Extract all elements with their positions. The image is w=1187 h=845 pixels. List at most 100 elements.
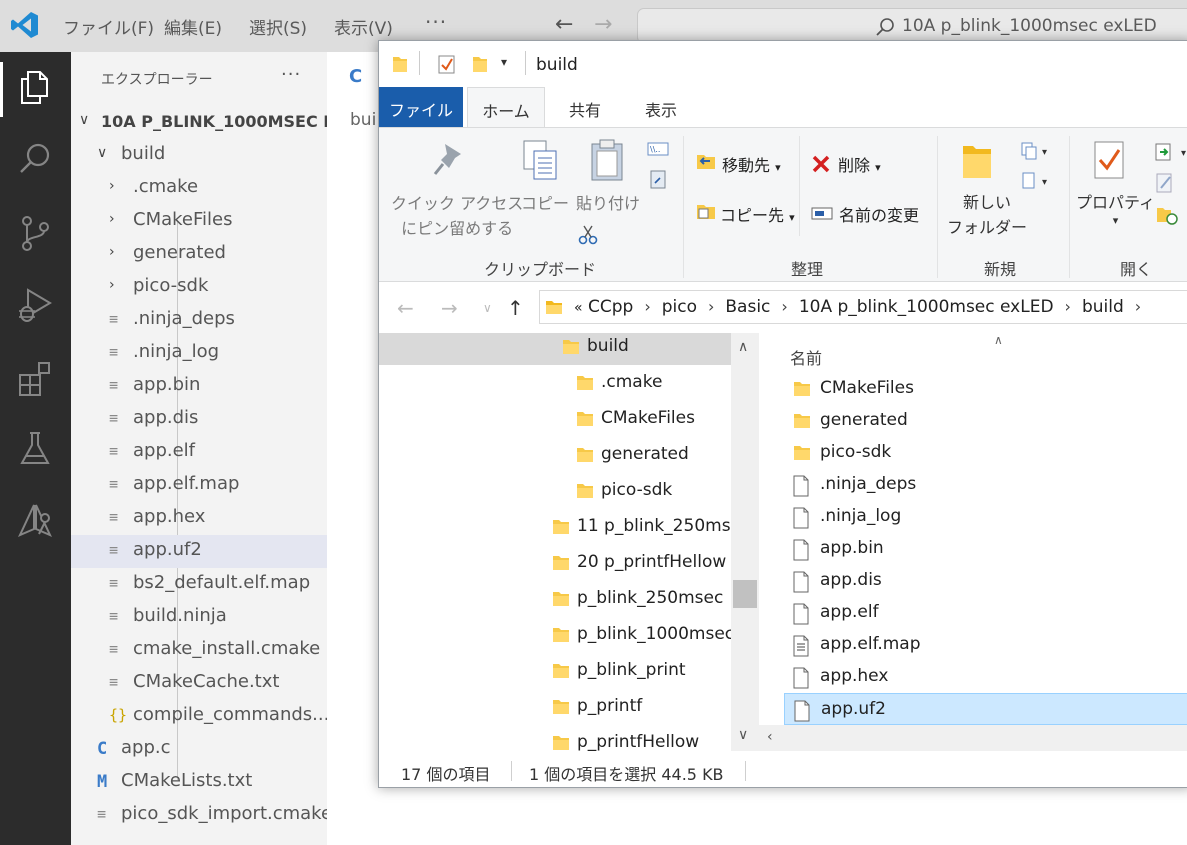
file-row[interactable]: app.bin	[784, 533, 1187, 565]
chevron-right-icon[interactable]: ›	[1135, 297, 1141, 316]
tree-item[interactable]: ≡ cmake_install.cmake	[71, 634, 327, 667]
tree-item[interactable]: Capp.c	[71, 733, 327, 766]
file-row[interactable]: app.uf2	[784, 693, 1187, 725]
file-row[interactable]: pico-sdk	[784, 437, 1187, 469]
tree-item[interactable]: ≡ .ninja_deps	[71, 304, 327, 337]
copy-path-icon[interactable]: \\..	[647, 142, 669, 156]
back-arrow-icon[interactable]: ←	[555, 12, 573, 37]
tree-item[interactable]: ≡ app.elf	[71, 436, 327, 469]
tree-item[interactable]: › generated	[71, 238, 327, 271]
tree-item[interactable]: ∨ build	[71, 139, 327, 172]
address-bar[interactable]: « CCpp › pico › Basic › 10A p_blink_1000msec e…	[539, 290, 1187, 324]
back-arrow-icon[interactable]: ←	[397, 296, 414, 320]
paste-button[interactable]: 貼り付け	[576, 191, 640, 216]
tree-item[interactable]: M CMakeLists.txt	[71, 766, 327, 799]
breadcrumb-segment[interactable]: build	[1082, 297, 1124, 317]
rename-button[interactable]: 名前の変更	[839, 202, 919, 226]
tree-item[interactable]: ≡ .ninja_log	[71, 337, 327, 370]
scrollbar-thumb[interactable]	[733, 580, 757, 608]
breadcrumb-segment[interactable]: CCpp	[588, 297, 633, 317]
customize-qa-dropdown-icon[interactable]: ▾	[501, 55, 507, 69]
file-row[interactable]: app.hex	[784, 661, 1187, 693]
move-to-button[interactable]: 移動先 ▾	[722, 152, 781, 176]
menu-view[interactable]: 表示(V)	[334, 14, 393, 39]
copy-button[interactable]: コピー	[521, 191, 569, 216]
breadcrumb-segment[interactable]: Basic	[725, 297, 770, 317]
tree-item[interactable]: {} compile_commands....	[71, 700, 327, 733]
column-header-name[interactable]: 名前	[790, 345, 822, 369]
tree-item[interactable]: ≡ CMakeCache.txt	[71, 667, 327, 700]
cmake-tools-icon[interactable]	[14, 500, 56, 542]
file-row[interactable]: .ninja_deps	[784, 469, 1187, 501]
open-icon[interactable]: ▾	[1153, 142, 1187, 162]
editor-breadcrumb[interactable]: bui	[350, 110, 376, 130]
forward-arrow-icon[interactable]: →	[594, 12, 612, 37]
tab-file[interactable]: ファイル	[379, 87, 463, 127]
easy-access-icon[interactable]: ▾	[1020, 170, 1054, 192]
file-row[interactable]: app.elf.map	[784, 629, 1187, 661]
new-item-icon[interactable]: ▾	[1020, 140, 1054, 162]
file-row[interactable]: app.elf	[784, 597, 1187, 629]
scroll-left-chevron-icon[interactable]: ‹	[767, 729, 773, 745]
nav-tree-item[interactable]: p_blink_250msec	[379, 581, 731, 617]
run-debug-icon[interactable]	[14, 284, 56, 326]
recent-locations-chevron-icon[interactable]: ∨	[483, 301, 492, 315]
breadcrumb-segment[interactable]: 10A p_blink_1000msec exLED	[799, 297, 1054, 317]
nav-tree-item[interactable]: 11 p_blink_250msec	[379, 509, 750, 545]
pin-to-quick-access-button[interactable]: クイック アクセス にピン留めする	[391, 191, 523, 241]
nav-pane-scrollbar[interactable]: ∧ ∨	[731, 333, 759, 751]
scroll-down-chevron-icon[interactable]: ∨	[738, 727, 748, 743]
tree-item[interactable]: ≡ bs2_default.elf.map	[71, 568, 327, 601]
nav-tree-item[interactable]: p_blink_1000msec	[379, 617, 734, 653]
tree-item[interactable]: › CMakeFiles	[71, 205, 327, 238]
search-icon[interactable]	[14, 138, 56, 180]
nav-tree-item[interactable]: build	[379, 333, 731, 365]
forward-arrow-icon[interactable]: →	[441, 296, 458, 320]
properties-check-icon[interactable]	[437, 53, 457, 75]
menu-selection[interactable]: 選択(S)	[249, 14, 307, 39]
chevron-right-icon[interactable]: ›	[644, 297, 650, 316]
tree-item[interactable]: › pico-sdk	[71, 271, 327, 304]
tree-item[interactable]: ≡ app.hex	[71, 502, 327, 535]
tab-home[interactable]: ホーム	[467, 87, 545, 127]
nav-tree-item[interactable]: generated	[379, 437, 731, 473]
breadcrumb-overflow[interactable]: «	[574, 300, 583, 316]
tree-item[interactable]: ∨ 10A P_BLINK_1000MSEC E...	[71, 106, 327, 139]
explorer-files-icon[interactable]	[14, 66, 56, 108]
tab-share[interactable]: 共有	[565, 87, 605, 127]
tree-item[interactable]: ≡ app.uf2	[71, 535, 327, 568]
chevron-right-icon[interactable]: ›	[781, 297, 787, 316]
file-row[interactable]: app.dis	[784, 565, 1187, 597]
paste-shortcut-icon[interactable]	[649, 168, 667, 190]
new-folder-button[interactable]: 新しい フォルダー	[947, 190, 1027, 240]
nav-tree-item[interactable]: p_printf	[379, 689, 731, 725]
edit-icon[interactable]	[1155, 172, 1175, 194]
extensions-icon[interactable]	[14, 356, 56, 398]
tree-item[interactable]: ≡ build.ninja	[71, 601, 327, 634]
tab-view[interactable]: 表示	[641, 87, 681, 127]
horizontal-scrollbar[interactable]: ‹	[759, 725, 1187, 751]
nav-tree-item[interactable]: pico-sdk	[379, 473, 731, 509]
nav-tree-item[interactable]: 20 p_printfHellow	[379, 545, 731, 581]
delete-button[interactable]: 削除 ▾	[838, 152, 881, 176]
explorer-more-button[interactable]: ···	[281, 64, 301, 85]
tree-item[interactable]: ≡ app.elf.map	[71, 469, 327, 502]
menu-edit[interactable]: 編集(E)	[164, 14, 222, 39]
history-icon[interactable]	[1155, 204, 1179, 226]
new-folder-icon[interactable]	[471, 53, 489, 75]
tree-item[interactable]: › .cmake	[71, 172, 327, 205]
scroll-up-chevron-icon[interactable]: ∧	[738, 339, 748, 355]
source-control-icon[interactable]	[14, 212, 56, 254]
testing-flask-icon[interactable]	[14, 428, 56, 470]
nav-tree-item[interactable]: .cmake	[379, 365, 731, 401]
menu-file[interactable]: ファイル(F)	[63, 14, 154, 39]
breadcrumb-segment[interactable]: pico	[662, 297, 697, 317]
chevron-right-icon[interactable]: ›	[1065, 297, 1071, 316]
command-center-search[interactable]: 10A p_blink_1000msec exLED	[637, 8, 1187, 44]
nav-tree-item[interactable]: p_printfHellow	[379, 725, 731, 751]
file-row[interactable]: .ninja_log	[784, 501, 1187, 533]
file-row[interactable]: CMakeFiles	[784, 373, 1187, 405]
copy-to-button[interactable]: コピー先 ▾	[720, 202, 795, 226]
chevron-right-icon[interactable]: ›	[708, 297, 714, 316]
cut-scissors-icon[interactable]	[577, 224, 599, 246]
